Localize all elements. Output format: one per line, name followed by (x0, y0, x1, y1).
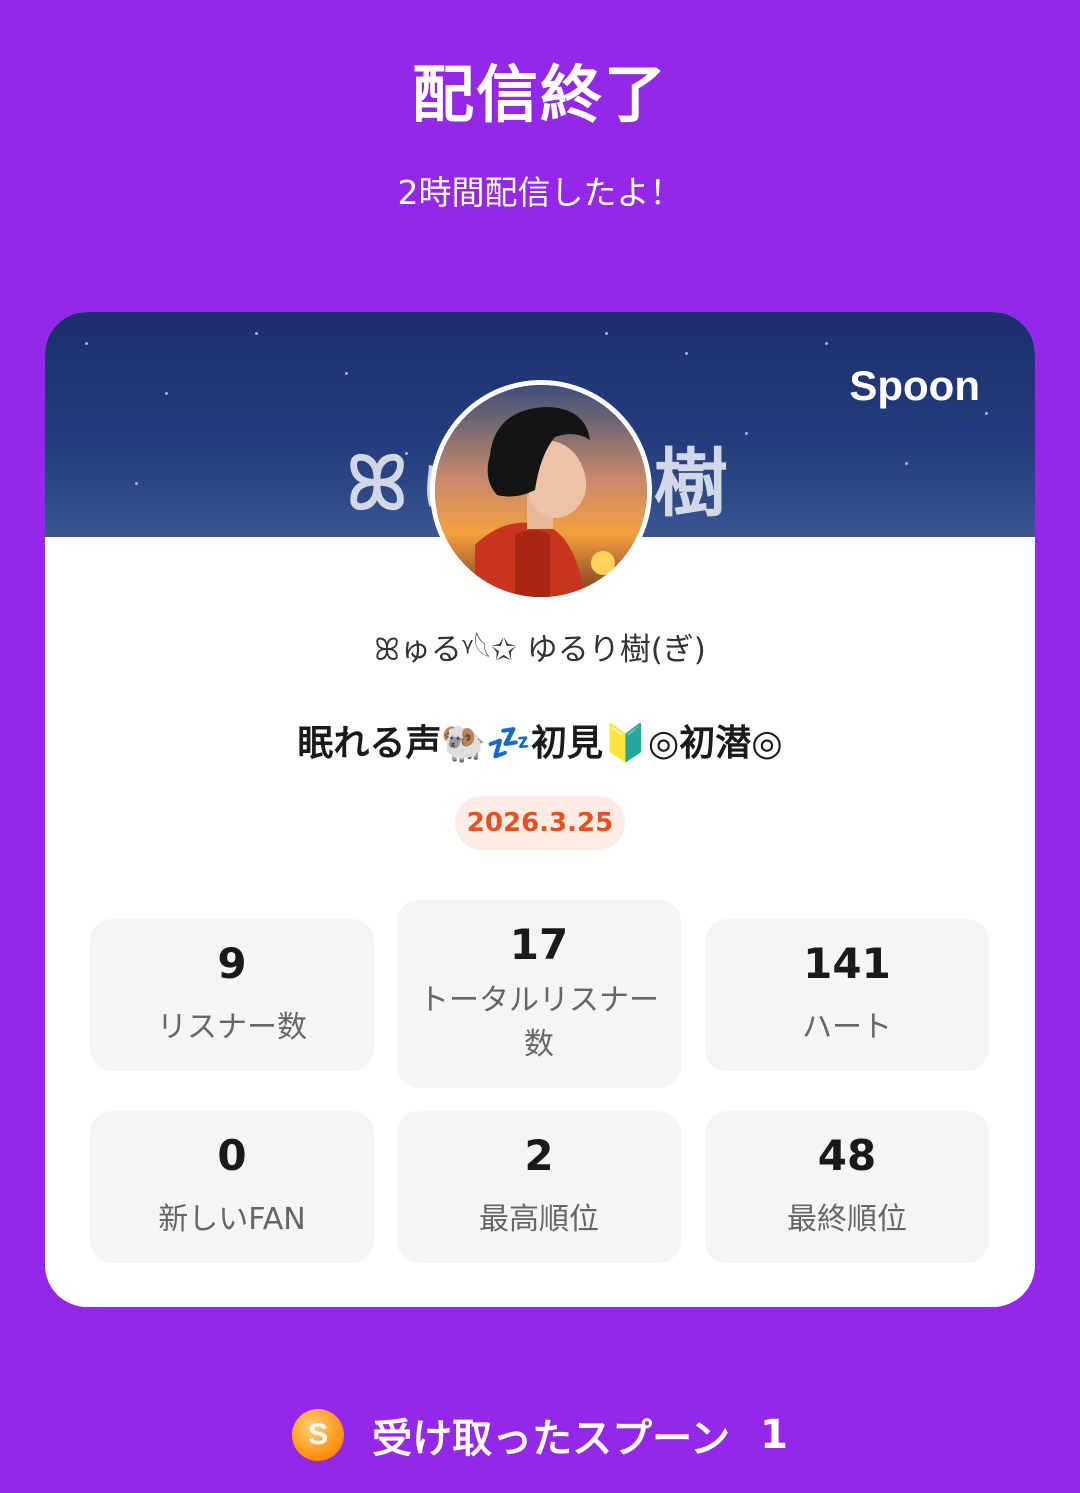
spoons-received: S 受け取ったスプーン 1 (0, 1405, 1080, 1465)
spoons-count: 1 (760, 1412, 788, 1458)
stat-label: ハート (802, 1010, 892, 1045)
stat-label: 最終順位 (787, 1202, 907, 1237)
spoon-logo: Spoon (849, 362, 980, 409)
spoon-coin-icon: S (292, 1409, 345, 1461)
stat-value: 0 (217, 1131, 247, 1180)
summary-card: ꕤゅるり樹 Spoon ꕤゅるᵞ𓆩✩ (45, 312, 1035, 1307)
stat-label: リスナー数 (157, 1010, 307, 1045)
stat-new-fans: 0 新しいFAN (90, 1111, 374, 1263)
stat-value: 9 (217, 939, 247, 988)
stat-value: 17 (509, 920, 569, 969)
stat-label: 最高順位 (479, 1202, 599, 1237)
stat-value: 48 (817, 1131, 877, 1180)
stat-label: 新しいFAN (158, 1202, 306, 1237)
avatar (430, 380, 652, 602)
spoons-label: 受け取ったスプーン (372, 1416, 731, 1462)
page-subtitle: 2時間配信したよ！ (397, 173, 683, 212)
stat-final-rank: 48 最終順位 (705, 1111, 989, 1263)
stat-total-listeners: 17 トータルリスナー数 (397, 900, 681, 1088)
stat-hearts: 141 ハート (705, 919, 989, 1071)
username: ꕤゅるᵞ𓆩✩ ゆるり樹(ぎ) (374, 632, 706, 668)
page-title: 配信終了 (411, 58, 668, 131)
stat-listeners: 9 リスナー数 (90, 919, 374, 1071)
stat-best-rank: 2 最高順位 (397, 1111, 681, 1263)
room-title: 眠れる声🐏💤初見🔰◎初潜◎ (297, 723, 783, 764)
stat-label: トータルリスナー数 (419, 983, 659, 1062)
stat-value: 141 (803, 939, 891, 988)
stat-value: 2 (524, 1131, 554, 1180)
date-badge: 2026.3.25 (455, 796, 625, 850)
